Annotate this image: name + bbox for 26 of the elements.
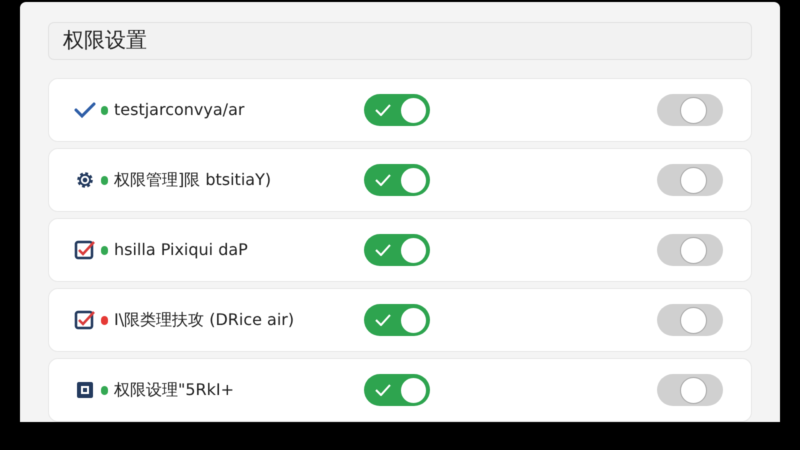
toggle-switch[interactable] [364,374,430,406]
toggle-switch[interactable] [657,94,723,126]
toggle-switch[interactable] [364,94,430,126]
toggle-switch[interactable] [364,234,430,266]
checkbox-icon [74,309,96,331]
checkmark-icon [375,244,391,256]
toggle-switch[interactable] [657,234,723,266]
toggle-switch[interactable] [657,304,723,336]
gear-icon [74,169,96,191]
permission-label: 权限设理"5RkI+ [114,379,236,401]
checkmark-icon [375,104,391,116]
checkbox-icon [74,239,96,261]
toggle-switch[interactable] [364,164,430,196]
chip-icon [74,379,96,401]
checkmark-icon [74,102,96,118]
permission-label: 权限管理]限 btsitiaY) [114,169,272,191]
permission-label: hsilla Pixiqui daP [114,239,249,261]
checkmark-icon [375,384,391,396]
page-title: 权限设置 [63,27,147,54]
toggle-switch[interactable] [657,164,723,196]
permission-label: testjarconvya/ar [114,99,246,121]
toggle-switch[interactable] [657,374,723,406]
permission-label: I\限类理扶攻 (DRice air) [114,309,296,331]
checkmark-icon [375,174,391,186]
checkmark-icon [375,314,391,326]
toggle-switch[interactable] [364,304,430,336]
